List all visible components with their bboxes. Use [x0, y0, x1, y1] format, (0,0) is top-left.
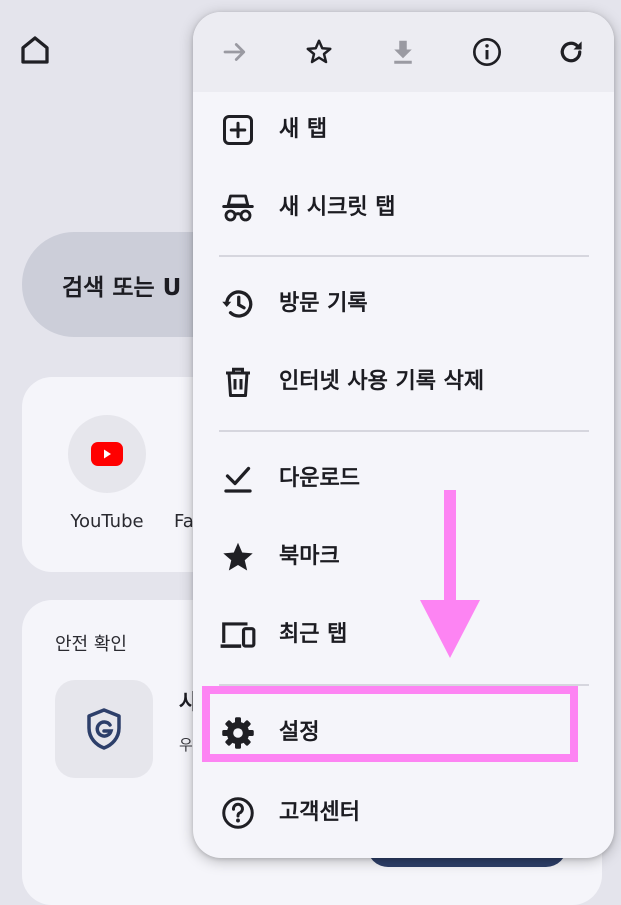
menu-toolbar — [193, 12, 614, 92]
menu-item-label: 새 시크릿 탭 — [279, 195, 396, 220]
forward-arrow-icon — [223, 43, 246, 61]
menu-divider — [219, 255, 589, 257]
home-icon — [21, 36, 49, 64]
bookmark-page-button[interactable] — [302, 35, 336, 69]
menu-item-clear-browsing-data[interactable]: 인터넷 사용 기록 삭제 — [193, 344, 614, 420]
annotation-highlight-box — [202, 686, 578, 762]
menu-item-history[interactable]: 방문 기록 — [193, 266, 614, 342]
star-outline-icon — [306, 39, 332, 64]
menu-item-label: 새 탭 — [279, 117, 328, 142]
menu-item-label: 고객센터 — [279, 800, 360, 825]
help-icon — [219, 794, 257, 832]
menu-item-label: 최근 탭 — [279, 622, 348, 647]
shortcut-youtube[interactable]: YouTube — [52, 415, 162, 532]
menu-item-new-tab[interactable]: 새 탭 — [193, 92, 614, 168]
menu-item-downloads[interactable]: 다운로드 — [193, 441, 614, 517]
devices-icon — [219, 616, 257, 654]
info-icon — [473, 38, 501, 66]
shortcut-icon-circle — [68, 415, 146, 493]
menu-divider — [219, 430, 589, 432]
page-info-button[interactable] — [470, 35, 504, 69]
incognito-icon — [219, 189, 257, 227]
forward-button[interactable] — [218, 35, 252, 69]
search-placeholder: 검색 또는 U — [62, 274, 182, 301]
download-check-icon — [219, 460, 257, 498]
menu-item-label: 인터넷 사용 기록 삭제 — [279, 369, 485, 394]
history-icon — [219, 285, 257, 323]
safety-check-title: 안전 확인 — [55, 634, 127, 655]
safety-check-icon-box — [55, 680, 153, 778]
youtube-icon — [91, 442, 123, 466]
download-icon — [394, 40, 412, 64]
shortcut-label: YouTube — [70, 511, 144, 532]
refresh-icon — [560, 41, 582, 63]
shield-icon — [87, 708, 121, 750]
menu-item-label: 다운로드 — [279, 466, 360, 491]
menu-item-label: 방문 기록 — [279, 291, 368, 316]
menu-item-label: 북마크 — [279, 544, 340, 569]
menu-item-recent-tabs[interactable]: 최근 탭 — [193, 597, 614, 673]
menu-item-help[interactable]: 고객센터 — [193, 775, 614, 851]
download-page-button[interactable] — [386, 35, 420, 69]
home-button[interactable] — [17, 32, 53, 68]
safety-check-subtitle: 우 — [179, 736, 193, 754]
menu-item-bookmarks[interactable]: 북마크 — [193, 519, 614, 595]
menu-item-new-incognito-tab[interactable]: 새 시크릿 탭 — [193, 170, 614, 246]
new-tab-icon — [219, 111, 257, 149]
trash-icon — [219, 363, 257, 401]
annotation-arrow — [420, 490, 480, 658]
refresh-button[interactable] — [554, 35, 588, 69]
star-filled-icon — [219, 538, 257, 576]
